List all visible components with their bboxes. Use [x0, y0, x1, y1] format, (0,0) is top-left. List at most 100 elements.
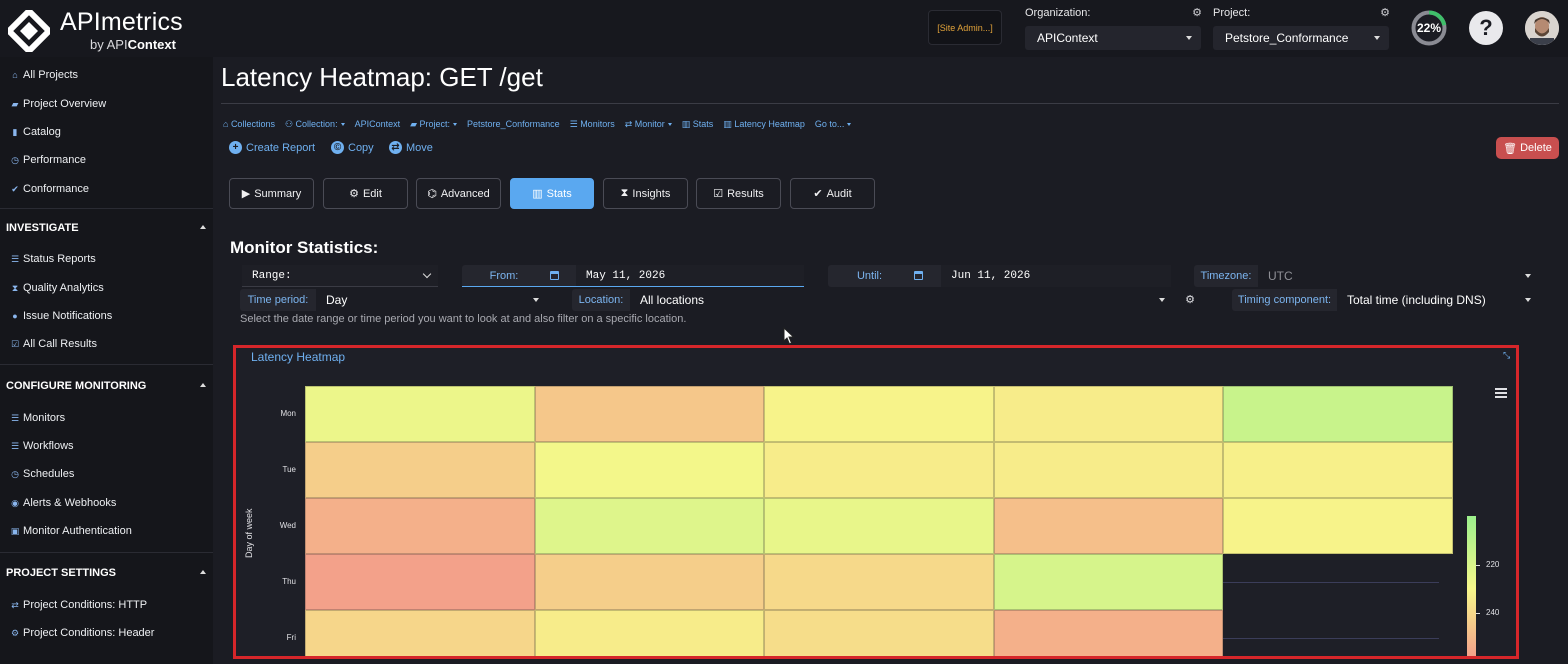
tab-insights[interactable]: ⧗ Insights: [603, 178, 688, 209]
calendar-icon[interactable]: [914, 271, 923, 280]
tab-summary[interactable]: ▶ Summary: [229, 178, 314, 209]
org-settings-gear-icon[interactable]: ⚙: [1191, 7, 1203, 19]
heatmap-cell[interactable]: [993, 442, 1224, 498]
heatmap-cell[interactable]: [534, 554, 765, 610]
heatmap-cell[interactable]: [534, 442, 765, 498]
breadcrumb-monitors[interactable]: ☰ Monitors: [570, 119, 615, 130]
create-report-button[interactable]: + Create Report: [229, 141, 315, 154]
location-settings-gear-icon[interactable]: ⚙: [1184, 294, 1196, 306]
project-select[interactable]: Petstore_Conformance: [1213, 26, 1389, 50]
sidebar-item-all-call-results[interactable]: ☑ All Call Results: [10, 338, 97, 350]
location-label: Location:: [572, 289, 630, 311]
empty-cell-gridline: [1223, 638, 1439, 639]
heatmap-cell[interactable]: [993, 386, 1224, 442]
delete-button[interactable]: 🗑 Delete: [1496, 137, 1559, 159]
usage-progress-ring[interactable]: 22%: [1411, 10, 1447, 46]
breadcrumb-project-name[interactable]: Petstore_Conformance: [467, 119, 560, 130]
heatmap-title: Latency Heatmap: [251, 350, 346, 364]
calendar-icon[interactable]: [550, 271, 559, 280]
workflow-icon: ☰: [10, 440, 20, 451]
sidebar-item-performance[interactable]: ◷ Performance: [10, 154, 86, 166]
empty-cell-gridline: [1223, 582, 1439, 583]
sidebar-item-status-reports[interactable]: ☰ Status Reports: [10, 253, 96, 265]
sidebar-item-monitor-authentication[interactable]: ▣ Monitor Authentication: [10, 525, 132, 537]
timing-component-select[interactable]: Total time (including DNS): [1337, 289, 1538, 311]
move-button[interactable]: ⇄ Move: [389, 141, 433, 154]
brand-sub: by APIContext: [90, 37, 176, 52]
time-period-label: Time period:: [240, 289, 316, 311]
tab-edit[interactable]: ⚙ Edit: [323, 178, 408, 209]
from-date-input[interactable]: May 11, 2026: [576, 265, 804, 287]
heatmap-cell[interactable]: [764, 498, 994, 554]
tab-stats[interactable]: ▥ Stats: [510, 178, 594, 209]
heatmap-cell[interactable]: [764, 554, 994, 610]
move-icon: ⇄: [389, 141, 402, 154]
sidebar-item-quality-analytics[interactable]: ⧗ Quality Analytics: [10, 282, 104, 294]
tab-audit[interactable]: ✔ Audit: [790, 178, 875, 209]
until-date-input[interactable]: Jun 11, 2026: [941, 265, 1171, 287]
sidebar-item-monitors[interactable]: ☰ Monitors: [10, 412, 65, 424]
breadcrumb-collection-name[interactable]: APIContext: [355, 119, 401, 130]
organization-label: Organization:: [1025, 7, 1091, 19]
sidebar-section-investigate[interactable]: INVESTIGATE: [6, 222, 208, 234]
brand-logo[interactable]: APImetrics by APIContext: [8, 8, 188, 52]
breadcrumb-collection-dropdown[interactable]: ⚇ Collection:: [285, 119, 345, 130]
project-settings-gear-icon[interactable]: ⚙: [1379, 7, 1391, 19]
heatmap-cell[interactable]: [534, 386, 765, 442]
heatmap-cell[interactable]: [534, 610, 765, 656]
chart-menu-icon[interactable]: [1495, 388, 1507, 398]
sidebar-item-all-projects[interactable]: ⌂ All Projects: [10, 69, 78, 81]
sidebar-section-project-settings[interactable]: PROJECT SETTINGS: [6, 567, 208, 579]
heatmap-cell[interactable]: [764, 610, 994, 656]
breadcrumb-monitor-dropdown[interactable]: ⇄ Monitor: [625, 119, 672, 130]
legend-tick-label: 240: [1486, 608, 1500, 618]
sidebar-item-project-overview[interactable]: ▰ Project Overview: [10, 98, 107, 110]
sidebar-item-issue-notifications[interactable]: ● Issue Notifications: [10, 310, 112, 322]
tab-advanced[interactable]: ⌬ Advanced: [416, 178, 501, 209]
sidebar-item-catalog[interactable]: ▮ Catalog: [10, 126, 61, 138]
heatmap-cell[interactable]: [305, 498, 535, 554]
breadcrumb-collections[interactable]: ⌂ Collections: [223, 119, 275, 130]
organization-select[interactable]: APIContext: [1025, 26, 1201, 50]
breadcrumb-project-dropdown[interactable]: ▰ Project:: [410, 119, 458, 130]
location-select[interactable]: All locations: [630, 289, 1172, 311]
heatmap-cell[interactable]: [305, 442, 535, 498]
sidebar-item-project-conditions-http[interactable]: ⇄ Project Conditions: HTTP: [10, 599, 147, 611]
clock-icon: ◷: [11, 468, 19, 479]
globe-icon: ◉: [11, 497, 19, 508]
help-icon[interactable]: ?: [1469, 11, 1503, 45]
heatmap-cell[interactable]: [534, 498, 765, 554]
timezone-select[interactable]: UTC: [1258, 265, 1538, 287]
sidebar-item-alerts-webhooks[interactable]: ◉ Alerts & Webhooks: [10, 497, 116, 509]
sidebar-item-workflows[interactable]: ☰ Workflows: [10, 440, 74, 452]
latency-heatmap-panel: Latency Heatmap ⤡ Day of week Mon Tue Wed T…: [233, 345, 1519, 659]
breadcrumb-latency-heatmap[interactable]: ▥ Latency Heatmap: [723, 119, 805, 130]
sidebar-item-schedules[interactable]: ◷ Schedules: [10, 468, 74, 480]
heatmap-cell[interactable]: [1223, 386, 1453, 442]
time-period-select[interactable]: Day: [316, 289, 546, 311]
copy-button[interactable]: © Copy: [331, 141, 374, 154]
y-axis-label: Day of week: [244, 508, 254, 558]
heatmap-cell[interactable]: [305, 554, 535, 610]
gear-icon: ⚙: [10, 627, 20, 638]
check-square-icon: ☑: [10, 338, 20, 349]
sidebar-item-conformance[interactable]: ✔ Conformance: [10, 183, 89, 195]
sidebar-section-configure-monitoring[interactable]: CONFIGURE MONITORING: [6, 380, 208, 392]
breadcrumb-go-to[interactable]: Go to...: [815, 119, 852, 130]
heatmap-cell[interactable]: [993, 554, 1224, 610]
site-admin-button[interactable]: [Site Admin...]: [928, 10, 1002, 45]
heatmap-cell[interactable]: [764, 386, 994, 442]
breadcrumb-stats[interactable]: ▥ Stats: [682, 119, 714, 130]
range-select[interactable]: Range:: [242, 265, 438, 287]
tab-results[interactable]: ☑ Results: [696, 178, 781, 209]
heatmap-cell[interactable]: [993, 498, 1224, 554]
heatmap-cell[interactable]: [305, 386, 535, 442]
heatmap-cell[interactable]: [1223, 498, 1453, 554]
sidebar-item-project-conditions-header[interactable]: ⚙ Project Conditions: Header: [10, 627, 155, 639]
heatmap-cell[interactable]: [1223, 442, 1453, 498]
collapse-icon[interactable]: ⤡: [1503, 350, 1513, 360]
heatmap-cell[interactable]: [993, 610, 1224, 656]
heatmap-cell[interactable]: [764, 442, 994, 498]
heatmap-cell[interactable]: [305, 610, 535, 656]
avatar[interactable]: [1525, 11, 1559, 45]
